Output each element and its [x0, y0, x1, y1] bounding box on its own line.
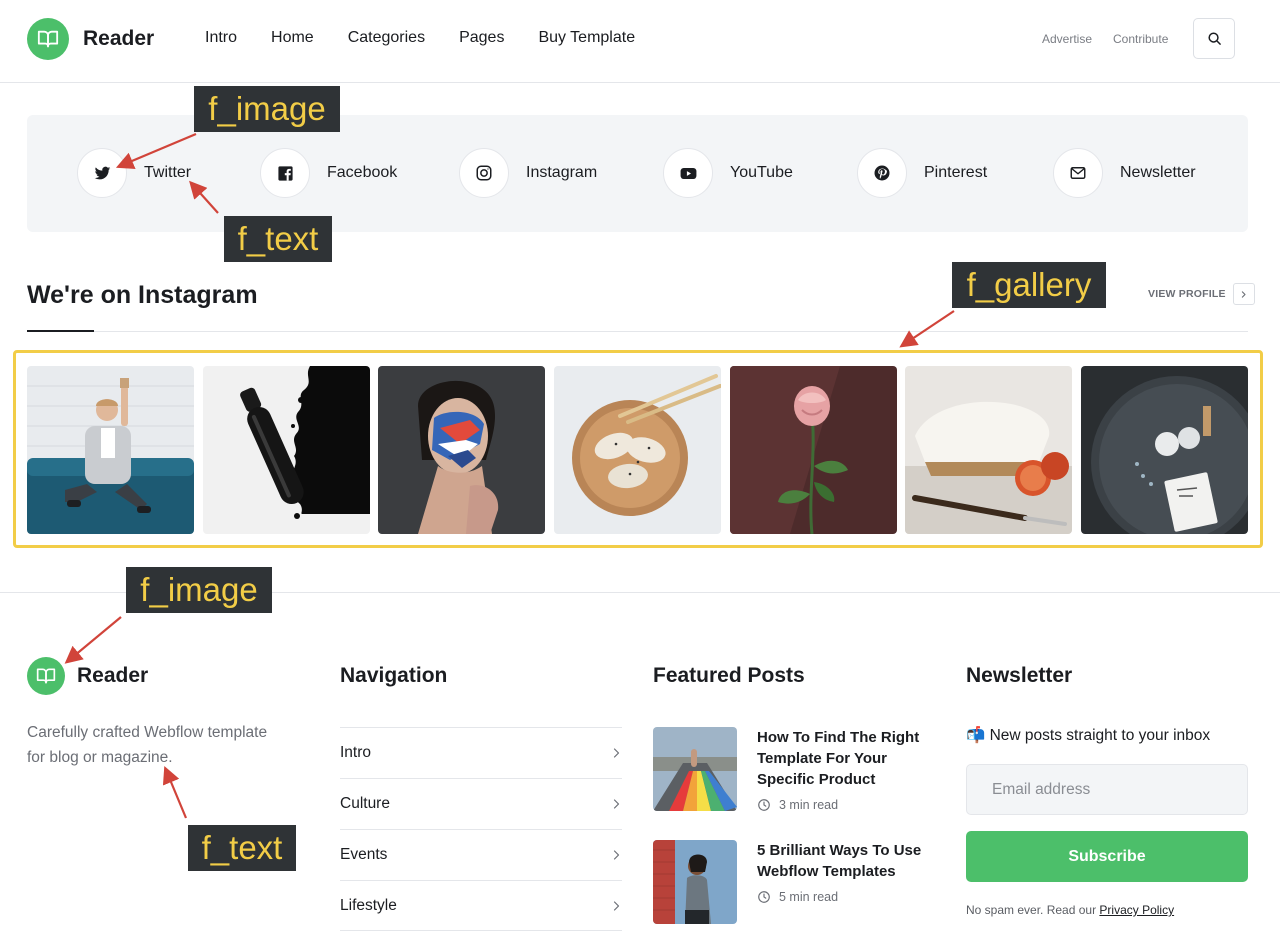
social-twitter[interactable]: Twitter	[77, 148, 191, 198]
footer-nav-intro[interactable]: Intro	[340, 727, 622, 778]
post-title[interactable]: 5 Brilliant Ways To Use Webflow Template…	[757, 840, 942, 882]
facebook-icon	[260, 148, 310, 198]
book-icon[interactable]	[27, 18, 69, 60]
social-label: Newsletter	[1120, 164, 1196, 181]
navigation-heading: Navigation	[340, 664, 448, 687]
chevron-right-icon	[613, 900, 620, 911]
footer-brand-name[interactable]: Reader	[77, 664, 148, 688]
newsletter-note-text: No spam ever. Read our	[966, 903, 1100, 917]
social-newsletter[interactable]: Newsletter	[1053, 148, 1196, 198]
advertise-link[interactable]: Advertise	[1042, 32, 1092, 46]
annotation-label: f_text	[188, 825, 296, 871]
post-title[interactable]: How To Find The Right Template For Your …	[757, 727, 942, 790]
social-label: Facebook	[327, 164, 398, 181]
nav-intro[interactable]: Intro	[205, 29, 237, 47]
annotation-label: f_image	[126, 567, 272, 613]
footer-nav-culture[interactable]: Culture	[340, 778, 622, 829]
instagram-section-title: We're on Instagram	[27, 281, 258, 309]
footer-nav-label: Culture	[340, 795, 390, 812]
black-brush-photo[interactable]	[202, 366, 370, 534]
view-profile-link[interactable]: VIEW PROFILE	[1148, 283, 1255, 305]
annotation-label: f_image	[194, 86, 340, 132]
footer-tagline: Carefully crafted Webflow template for b…	[27, 724, 268, 766]
newsletter-description: 📬 New posts straight to your inbox	[966, 727, 1211, 744]
pinterest-icon	[857, 148, 907, 198]
cake-and-orange-photo[interactable]	[905, 366, 1073, 534]
nav-pages[interactable]: Pages	[459, 29, 504, 47]
read-time-label: 3 min read	[779, 798, 839, 812]
social-label: Instagram	[526, 164, 598, 181]
brand-name[interactable]: Reader	[83, 27, 154, 51]
social-youtube[interactable]: YouTube	[663, 148, 793, 198]
subscribe-button[interactable]: Subscribe	[966, 831, 1248, 882]
social-label: Twitter	[144, 164, 192, 181]
footer-navigation: Intro Culture Events Lifestyle	[340, 727, 622, 931]
social-instagram[interactable]: Instagram	[459, 148, 597, 198]
annotation-label: f_gallery	[952, 262, 1106, 308]
read-time-label: 5 min read	[779, 890, 839, 904]
chevron-right-icon	[1232, 283, 1255, 305]
newsletter-heading: Newsletter	[966, 664, 1073, 687]
section-divider	[27, 331, 1248, 332]
main-nav: Intro Home Categories Pages Buy Template	[205, 29, 669, 47]
social-label: Pinterest	[924, 164, 988, 181]
man-on-sofa-photo[interactable]	[27, 366, 194, 534]
annotation-label: f_text	[224, 216, 332, 262]
clock-icon	[758, 891, 770, 903]
envelope-icon	[1053, 148, 1103, 198]
footer-nav-events[interactable]: Events	[340, 829, 622, 880]
social-pinterest[interactable]: Pinterest	[857, 148, 987, 198]
post-read-time: 5 min read	[757, 890, 838, 904]
dumplings-bowl-photo[interactable]	[553, 366, 721, 534]
view-profile-label: VIEW PROFILE	[1148, 288, 1226, 300]
post-thumbnail-woman-photo[interactable]	[653, 840, 737, 924]
search-button[interactable]	[1193, 18, 1235, 59]
featured-posts-heading: Featured Posts	[653, 664, 805, 687]
face-paint-portrait-photo[interactable]	[378, 366, 546, 534]
nav-categories[interactable]: Categories	[348, 29, 425, 47]
social-label: YouTube	[730, 164, 793, 181]
social-links-bar: Twitter Facebook Instagram YouTube Pinte…	[27, 115, 1248, 232]
clock-icon	[758, 799, 770, 811]
footer-nav-label: Lifestyle	[340, 896, 397, 914]
chevron-right-icon	[613, 799, 620, 809]
post-thumbnail-road-photo[interactable]	[653, 727, 737, 811]
chevron-right-icon	[613, 748, 620, 758]
nav-buy-template[interactable]: Buy Template	[538, 29, 635, 47]
social-facebook[interactable]: Facebook	[260, 148, 397, 198]
dark-tray-photo[interactable]	[1080, 366, 1248, 534]
footer-nav-lifestyle[interactable]: Lifestyle	[340, 880, 622, 931]
post-read-time: 3 min read	[757, 798, 838, 812]
privacy-policy-link[interactable]: Privacy Policy	[1099, 903, 1174, 917]
featured-post[interactable]: 5 Brilliant Ways To Use Webflow Template…	[653, 840, 943, 924]
book-icon[interactable]	[27, 657, 65, 695]
newsletter-note: No spam ever. Read our Privacy Policy	[966, 903, 1174, 917]
featured-post[interactable]: How To Find The Right Template For Your …	[653, 727, 943, 812]
footer-nav-label: Events	[340, 846, 388, 863]
search-icon	[1207, 32, 1221, 45]
site-header: Reader Intro Home Categories Pages Buy T…	[0, 0, 1280, 83]
email-field[interactable]	[966, 764, 1248, 815]
nav-home[interactable]: Home	[271, 29, 314, 47]
twitter-icon	[77, 148, 127, 198]
instagram-icon	[459, 148, 509, 198]
section-divider-accent	[27, 330, 94, 332]
pink-rose-photo[interactable]	[729, 366, 897, 534]
chevron-right-icon	[613, 850, 620, 860]
contribute-link[interactable]: Contribute	[1113, 32, 1168, 46]
footer-nav-label: Intro	[340, 744, 372, 761]
youtube-icon	[663, 148, 713, 198]
instagram-gallery	[27, 366, 1248, 534]
